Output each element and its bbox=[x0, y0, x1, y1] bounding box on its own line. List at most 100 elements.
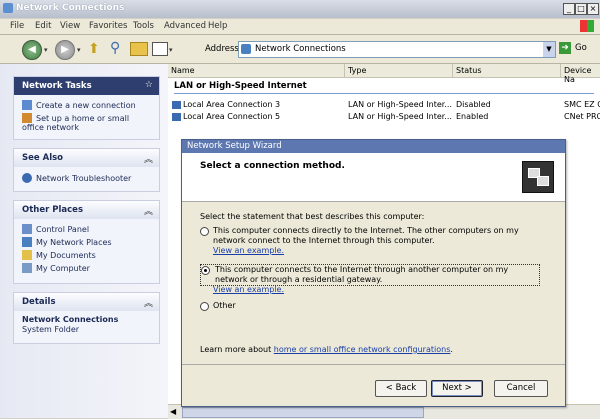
radio-direct-connection[interactable] bbox=[200, 227, 209, 236]
collapse-chevron-icon[interactable]: ︽ bbox=[144, 204, 153, 217]
network-tasks-panel: Network Tasks ☆ Create a new connection … bbox=[13, 76, 160, 140]
cell-name: Local Area Connection 5 bbox=[183, 112, 281, 121]
network-tasks-header[interactable]: Network Tasks ☆ bbox=[14, 77, 159, 95]
other-places-header[interactable]: Other Places ︽ bbox=[14, 201, 159, 219]
see-also-header[interactable]: See Also ︽ bbox=[14, 149, 159, 167]
column-divider[interactable] bbox=[560, 64, 561, 77]
link-label: My Computer bbox=[36, 264, 90, 273]
back-button[interactable]: < Back bbox=[375, 380, 427, 397]
close-button[interactable]: × bbox=[587, 3, 599, 15]
other-places-title: Other Places bbox=[22, 205, 83, 215]
radio-through-another-computer[interactable] bbox=[201, 266, 210, 275]
my-computer-icon bbox=[22, 263, 32, 273]
menu-advanced[interactable]: Advanced bbox=[164, 21, 206, 31]
task-label: Set up a home or small office network bbox=[22, 114, 130, 132]
menu-favorites[interactable]: Favorites bbox=[89, 21, 127, 31]
table-row[interactable]: Local Area Connection 3 LAN or High-Spee… bbox=[168, 100, 600, 112]
learn-more-suffix: . bbox=[450, 345, 453, 354]
views-dropdown-icon[interactable]: ▾ bbox=[169, 46, 173, 54]
toolbar: ◀ ▾ ▶ ▾ ⬆ ⚲ ▾ Address Network Connection… bbox=[0, 35, 600, 64]
back-button[interactable]: ◀ bbox=[22, 40, 42, 60]
up-folder-icon[interactable]: ⬆ bbox=[88, 41, 100, 57]
address-dropdown-icon[interactable]: ▼ bbox=[543, 42, 555, 57]
option-text: This computer connects to the Internet t… bbox=[215, 265, 509, 284]
back-dropdown-icon[interactable]: ▾ bbox=[44, 46, 48, 54]
task-setup-home-network[interactable]: Set up a home or small office network bbox=[22, 113, 140, 132]
column-divider[interactable] bbox=[452, 64, 453, 77]
network-computers-icon bbox=[522, 161, 554, 193]
window-icon bbox=[3, 3, 13, 13]
wizard-title: Network Setup Wizard bbox=[187, 141, 282, 151]
wizard-heading: Select a connection method. bbox=[200, 161, 345, 171]
link-label: Control Panel bbox=[36, 225, 90, 234]
place-my-documents[interactable]: My Documents bbox=[22, 250, 96, 260]
forward-dropdown-icon[interactable]: ▾ bbox=[77, 46, 81, 54]
cell-device: SMC EZ C bbox=[564, 100, 600, 109]
place-my-network-places[interactable]: My Network Places bbox=[22, 237, 112, 247]
help-icon bbox=[22, 173, 32, 183]
menu-view[interactable]: View bbox=[60, 21, 80, 31]
place-control-panel[interactable]: Control Panel bbox=[22, 224, 89, 234]
task-create-connection[interactable]: Create a new connection bbox=[22, 100, 136, 110]
option-direct-connection[interactable]: This computer connects directly to the I… bbox=[200, 226, 550, 256]
home-network-icon bbox=[22, 113, 32, 123]
menu-file[interactable]: File bbox=[10, 21, 24, 31]
learn-more-prefix: Learn more about bbox=[200, 345, 272, 354]
wizard-header: Select a connection method. bbox=[182, 153, 565, 202]
collapse-chevron-icon[interactable]: ︽ bbox=[144, 296, 153, 309]
title-bar[interactable]: Network Connections _ □ × bbox=[0, 0, 600, 18]
place-my-computer[interactable]: My Computer bbox=[22, 263, 90, 273]
control-panel-icon bbox=[22, 224, 32, 234]
column-header-row: Name Type Status Device Na bbox=[168, 64, 600, 84]
column-name[interactable]: Name bbox=[171, 66, 195, 75]
option-through-another-computer[interactable]: This computer connects to the Internet t… bbox=[200, 264, 540, 286]
option-text: Other bbox=[213, 301, 236, 310]
network-folder-icon bbox=[241, 44, 251, 54]
see-also-troubleshooter[interactable]: Network Troubleshooter bbox=[22, 173, 131, 183]
scroll-left-icon[interactable]: ◀ bbox=[170, 407, 176, 416]
folders-icon[interactable] bbox=[130, 42, 148, 56]
column-device-name[interactable]: Device Na bbox=[564, 66, 600, 84]
table-row[interactable]: Local Area Connection 5 LAN or High-Spee… bbox=[168, 112, 600, 124]
details-header[interactable]: Details ︽ bbox=[14, 293, 159, 311]
collapse-chevron-icon[interactable]: ☆ bbox=[145, 80, 153, 90]
view-example-link[interactable]: View an example. bbox=[213, 285, 284, 294]
collapse-chevron-icon[interactable]: ︽ bbox=[144, 152, 153, 165]
cancel-button[interactable]: Cancel bbox=[494, 380, 548, 397]
option-other[interactable]: Other bbox=[200, 301, 550, 311]
cell-status: Disabled bbox=[456, 100, 491, 109]
views-icon[interactable] bbox=[152, 42, 168, 56]
wizard-title-bar[interactable]: Network Setup Wizard bbox=[182, 140, 565, 153]
forward-button[interactable]: ▶ bbox=[55, 40, 75, 60]
cell-device: CNet PRO bbox=[564, 112, 600, 121]
learn-more-link[interactable]: home or small office network configurati… bbox=[274, 345, 451, 354]
network-tasks-title: Network Tasks bbox=[22, 81, 92, 91]
group-divider bbox=[174, 93, 594, 94]
radio-other[interactable] bbox=[200, 302, 209, 311]
minimize-button[interactable]: _ bbox=[563, 3, 575, 15]
cell-name: Local Area Connection 3 bbox=[183, 100, 281, 109]
address-value: Network Connections bbox=[255, 44, 346, 54]
task-label: Create a new connection bbox=[36, 101, 136, 110]
link-label: My Documents bbox=[36, 251, 96, 260]
column-type[interactable]: Type bbox=[348, 66, 366, 75]
cell-type: LAN or High-Speed Inter... bbox=[348, 112, 452, 121]
see-also-panel: See Also ︽ Network Troubleshooter bbox=[13, 148, 160, 192]
lan-connection-icon bbox=[172, 101, 181, 109]
address-bar[interactable]: Network Connections ▼ bbox=[238, 41, 556, 58]
menu-help[interactable]: Help bbox=[208, 21, 227, 31]
next-button[interactable]: Next > bbox=[431, 380, 483, 397]
documents-folder-icon bbox=[22, 250, 32, 260]
scrollbar-thumb[interactable] bbox=[182, 407, 424, 418]
column-status[interactable]: Status bbox=[456, 66, 482, 75]
cell-status: Enabled bbox=[456, 112, 489, 121]
search-icon[interactable]: ⚲ bbox=[110, 40, 120, 56]
go-button[interactable]: ➜ Go bbox=[559, 41, 597, 56]
view-example-link[interactable]: View an example. bbox=[213, 246, 550, 256]
menu-edit[interactable]: Edit bbox=[35, 21, 51, 31]
maximize-button[interactable]: □ bbox=[575, 3, 587, 15]
menu-tools[interactable]: Tools bbox=[133, 21, 154, 31]
learn-more-text: Learn more about home or small office ne… bbox=[200, 345, 453, 354]
other-places-panel: Other Places ︽ Control Panel My Network … bbox=[13, 200, 160, 284]
column-divider[interactable] bbox=[344, 64, 345, 77]
